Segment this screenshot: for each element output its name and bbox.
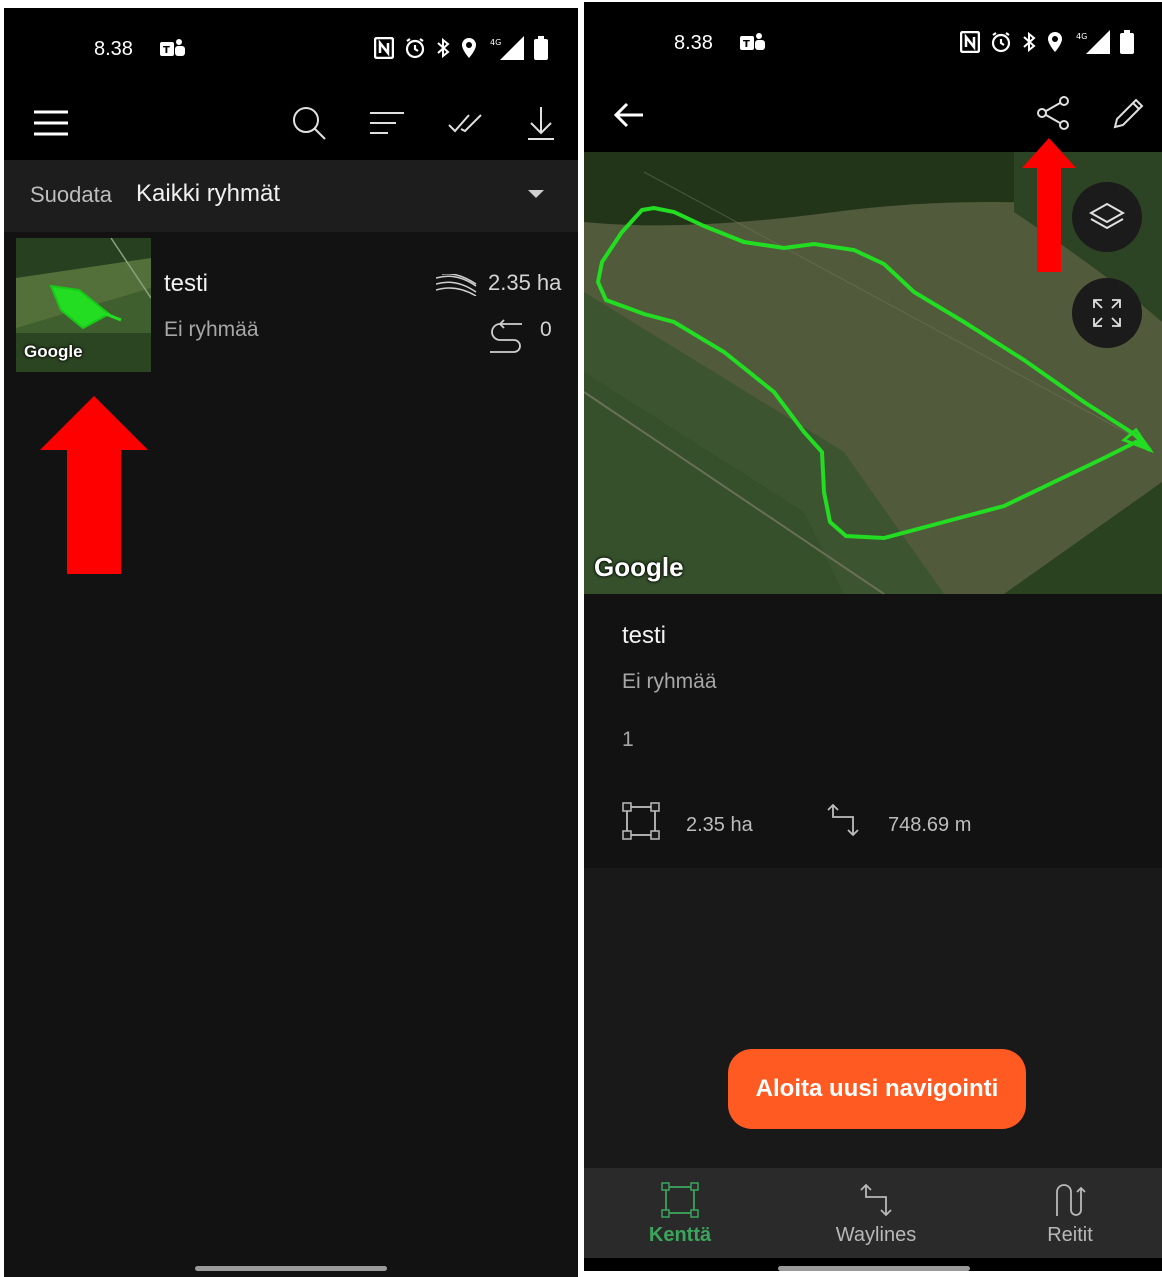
select-all-icon[interactable] <box>442 100 488 146</box>
svg-text:T: T <box>743 39 750 50</box>
nav-label: Reitit <box>1047 1224 1093 1246</box>
home-indicator <box>195 1266 387 1271</box>
route-lines-icon <box>488 318 524 359</box>
fullscreen-icon <box>1093 299 1121 327</box>
map-layers-button[interactable] <box>1072 182 1142 252</box>
edit-pencil-icon[interactable] <box>1106 90 1152 136</box>
svg-text:4G: 4G <box>1076 32 1087 41</box>
nav-tab-waylines[interactable]: Waylines <box>780 1168 972 1258</box>
status-time: 8.38 <box>94 38 133 60</box>
top-app-bar <box>4 88 578 160</box>
field-length: 748.69 m <box>888 814 972 836</box>
field-count: 1 <box>622 728 634 751</box>
field-group: Ei ryhmää <box>622 670 717 693</box>
field-area: 2.35 ha <box>686 814 753 836</box>
bluetooth-icon <box>436 37 450 59</box>
location-icon <box>460 37 478 59</box>
bottom-navigation: Kenttä Waylines Reitit <box>584 1168 1162 1258</box>
back-arrow-icon[interactable] <box>606 92 652 138</box>
battery-icon <box>534 36 548 60</box>
map-fullscreen-button[interactable] <box>1072 278 1142 348</box>
google-attribution: Google <box>24 342 83 361</box>
filter-value: Kaikki ryhmät <box>136 180 281 207</box>
waylines-icon <box>860 1183 892 1217</box>
field-name: testi <box>622 622 667 649</box>
group-filter[interactable]: Suodata Kaikki ryhmät <box>4 160 578 232</box>
google-attribution: Google <box>594 552 684 582</box>
status-bar: 8.38 T 4G <box>4 8 578 88</box>
dropdown-arrow-icon[interactable] <box>528 190 544 198</box>
nav-tab-field[interactable]: Kenttä <box>584 1168 776 1258</box>
signal-icon: 4G <box>1074 30 1110 54</box>
nav-tab-routes[interactable]: Reitit <box>974 1168 1162 1258</box>
nfc-icon <box>374 37 394 59</box>
field-list-screen: 8.38 T 4G Suodata Kaikki ryhmät Google t… <box>4 8 578 1277</box>
bluetooth-icon <box>1022 31 1036 53</box>
signal-icon: 4G <box>488 36 524 60</box>
svg-text:4G: 4G <box>490 38 501 47</box>
home-indicator <box>778 1266 970 1271</box>
field-group: Ei ryhmää <box>164 318 259 341</box>
layers-icon <box>1089 202 1125 230</box>
area-square-icon <box>622 802 660 845</box>
field-icon <box>661 1182 699 1218</box>
field-list-item[interactable]: Google testi Ei ryhmää 2.35 ha 0 <box>4 234 578 374</box>
teams-icon: T <box>740 32 766 59</box>
nav-label: Kenttä <box>648 1224 712 1246</box>
download-icon[interactable] <box>518 100 564 146</box>
alarm-icon <box>990 31 1012 53</box>
annotation-arrow <box>1022 138 1076 272</box>
annotation-arrow <box>40 396 148 574</box>
start-navigation-button[interactable]: Aloita uusi navigointi <box>728 1049 1026 1129</box>
length-icon <box>824 802 862 845</box>
nav-label: Waylines <box>835 1224 917 1246</box>
teams-icon: T <box>160 38 186 65</box>
field-thumbnail[interactable]: Google <box>16 238 151 372</box>
alarm-icon <box>404 37 426 59</box>
battery-icon <box>1120 30 1134 54</box>
field-area: 2.35 ha <box>488 270 562 295</box>
location-icon <box>1046 31 1064 53</box>
status-bar: 8.38 T 4G <box>584 2 1162 82</box>
menu-icon[interactable] <box>28 100 74 146</box>
sort-icon[interactable] <box>364 100 410 146</box>
field-lines-count: 0 <box>540 318 552 341</box>
field-detail-screen: 8.38 T 4G Google testi Ei ryhmää 1 2.35 … <box>584 2 1162 1271</box>
status-time: 8.38 <box>674 32 713 54</box>
share-icon[interactable] <box>1030 90 1076 136</box>
svg-text:T: T <box>163 45 170 56</box>
filter-label: Suodata <box>30 182 112 207</box>
nfc-icon <box>960 31 980 53</box>
search-icon[interactable] <box>286 100 332 146</box>
field-name: testi <box>164 270 209 297</box>
area-icon <box>435 272 478 301</box>
routes-icon <box>1056 1184 1086 1216</box>
